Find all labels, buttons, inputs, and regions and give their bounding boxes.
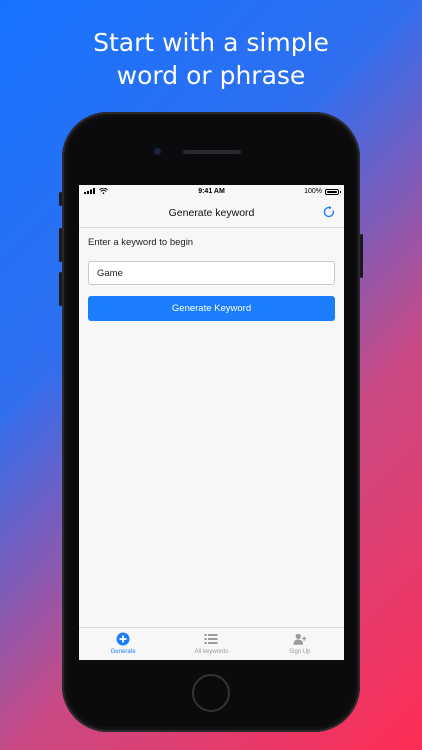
keyword-input[interactable] <box>88 261 335 285</box>
tab-all-keywords-label: All keywords <box>194 649 229 655</box>
list-icon <box>204 634 218 644</box>
tab-all-keywords[interactable]: All keywords <box>167 628 255 660</box>
home-button[interactable] <box>192 674 230 712</box>
phone-frame: 9:41 AM 100% Generate keyword Enter a ke… <box>59 112 363 732</box>
power-button <box>360 234 363 278</box>
keyword-prompt: Enter a keyword to begin <box>88 237 194 248</box>
tab-sign-up[interactable]: Sign Up <box>256 628 344 660</box>
add-user-icon <box>293 633 307 645</box>
battery-percentage: 100% <box>304 188 322 195</box>
tab-sign-up-label: Sign Up <box>289 649 311 655</box>
earpiece-speaker <box>183 150 241 154</box>
mute-switch <box>59 192 62 206</box>
headline-line-1: Start with a simple <box>93 28 329 57</box>
front-camera <box>154 148 161 155</box>
headline-line-2: word or phrase <box>116 61 306 90</box>
volume-down-button <box>59 272 62 306</box>
generate-keyword-button[interactable]: Generate Keyword <box>88 296 335 321</box>
tab-bar: Generate All keywords Sign Up <box>79 627 344 660</box>
status-bar: 9:41 AM 100% <box>79 185 344 199</box>
page-title: Generate keyword <box>168 207 255 219</box>
tab-generate-label: Generate <box>110 649 136 655</box>
volume-up-button <box>59 228 62 262</box>
navigation-bar: Generate keyword <box>79 199 344 228</box>
battery-icon <box>325 188 341 195</box>
headline: Start with a simple word or phrase <box>0 26 422 92</box>
tab-generate[interactable]: Generate <box>79 628 167 660</box>
refresh-icon[interactable] <box>322 205 336 219</box>
app-screen: 9:41 AM 100% Generate keyword Enter a ke… <box>79 185 344 660</box>
status-right: 100% <box>304 188 341 195</box>
plus-circle-icon <box>116 632 130 646</box>
